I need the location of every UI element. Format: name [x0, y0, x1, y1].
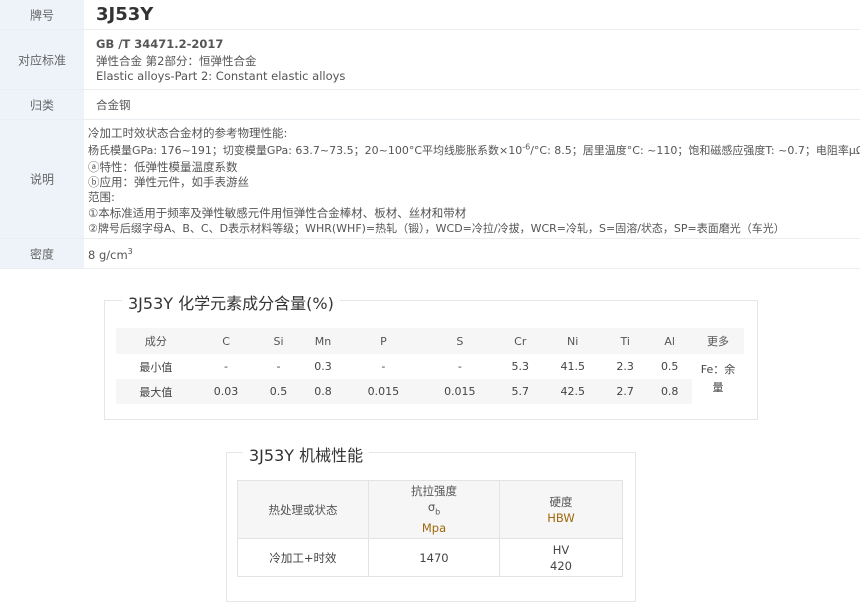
- chem-cell: 42.5: [542, 379, 603, 404]
- mech-hardness-number: 420: [550, 558, 572, 573]
- mech-title: 3J53Y 机械性能: [243, 442, 370, 466]
- chem-cell: 5.7: [498, 379, 543, 404]
- chem-cell: 0.3: [314, 360, 332, 373]
- chem-cell: 0.5: [256, 379, 301, 404]
- mech-data-row: 冷加工+时效 1470 HV 420: [237, 538, 623, 577]
- standard-label: 对应标准: [17, 53, 66, 67]
- chem-cell: 最大值: [116, 379, 196, 404]
- chem-cell: 0.5: [660, 360, 679, 373]
- mech-header-row: 热处理或状态 抗拉强度 σb Mpa 硬度 HBW: [237, 480, 623, 539]
- density-row: 密度 8 g/cm3: [0, 239, 860, 269]
- chem-header-cell: P: [345, 328, 422, 354]
- notes-line-6: ①本标准适用于频率及弹性敏感元件用恒弹性合金棒材、板材、丝材和带材: [88, 206, 467, 220]
- notes-line-1: 冷加工时效状态合金材的参考物理性能:: [88, 126, 288, 140]
- chem-max-row: 最大值 0.03 0.5 0.8 0.015 0.015 5.7 42.5 2.…: [116, 379, 744, 404]
- notes-label: 说明: [29, 172, 54, 187]
- notes-row: 说明 冷加工时效状态合金材的参考物理性能: 杨氏模量GPa: 176~191；切…: [0, 120, 860, 239]
- standard-en-title: Elastic alloys-Part 2: Constant elastic …: [96, 69, 346, 83]
- mech-state-value: 冷加工+时效: [237, 538, 369, 577]
- chem-cell: 2.3: [616, 360, 634, 373]
- category-value: 合金钢: [96, 98, 131, 112]
- notes-line-2a: 杨氏模量GPa: 176~191；切变模量GPa: 63.7~73.5；20~1…: [88, 144, 523, 157]
- mech-header-tensile: 抗拉强度 σb Mpa: [368, 480, 500, 539]
- density-label-cell: 密度: [0, 239, 84, 268]
- notes-line-5: 范围:: [88, 190, 115, 204]
- chem-header-cell: Ti: [602, 328, 648, 354]
- mech-tensile-label: 抗拉强度: [411, 483, 457, 498]
- mech-tensile-symbol: σb: [370, 499, 498, 520]
- chem-title: 3J53Y 化学元素成分含量(%): [122, 290, 340, 314]
- chem-header-cell: Si: [256, 328, 301, 354]
- mech-hardness-value: HV 420: [499, 538, 623, 577]
- notes-label-cell: 说明: [0, 120, 84, 238]
- chem-cell: -: [224, 360, 229, 373]
- grade-label-cell: 牌号: [0, 0, 84, 29]
- category-row: 归类 合金钢: [0, 90, 860, 120]
- chem-header-row: 成分 C Si Mn P S Cr Ni Ti Al 更多: [116, 328, 744, 354]
- notes-line-4: ⓑ应用：弹性元件，如手表游丝: [88, 175, 249, 189]
- chem-cell: 2.7: [602, 379, 648, 404]
- chem-cell: 5.3: [511, 360, 530, 373]
- notes-line-7: ②牌号后缀字母A、B、C、D表示材料等级；WHR(WHF)=热轧（锻），WCD=…: [88, 222, 785, 235]
- chem-more-cell: Fe：余量: [700, 363, 736, 394]
- density-number: 8 g/cm: [88, 247, 128, 262]
- chem-header-cell: Cr: [498, 328, 543, 354]
- density-value: 8 g/cm3: [88, 247, 133, 262]
- mech-hardness-unit: HBW: [547, 510, 575, 525]
- category-label: 归类: [29, 98, 54, 112]
- notes-line-2: 杨氏模量GPa: 176~191；切变模量GPa: 63.7~73.5；20~1…: [88, 142, 860, 158]
- mech-sigma-sub: b: [435, 507, 441, 517]
- chem-cell: 0.015: [345, 379, 422, 404]
- chem-table: 成分 C Si Mn P S Cr Ni Ti Al 更多 最小值 - - 0.…: [116, 328, 744, 404]
- mech-header-state: 热处理或状态: [237, 480, 369, 539]
- mech-tensile-value: 1470: [368, 538, 500, 577]
- density-label: 密度: [29, 247, 54, 261]
- notes-line-3: ⓐ特性：低弹性模量温度系数: [88, 160, 238, 174]
- grade-value: 3J53Y: [96, 4, 154, 25]
- chem-cell: 0.8: [300, 379, 346, 404]
- mech-hardness-scale: HV: [552, 542, 570, 557]
- mech-header-hardness: 硬度 HBW: [499, 480, 623, 539]
- category-label-cell: 归类: [0, 90, 84, 119]
- chem-header-cell: 成分: [116, 328, 196, 354]
- chem-header-cell: S: [421, 328, 499, 354]
- grade-label: 牌号: [29, 8, 54, 22]
- chem-cell: 0.015: [421, 379, 499, 404]
- mech-table: 热处理或状态 抗拉强度 σb Mpa 硬度 HBW 冷加工+时效 1470 HV…: [237, 480, 623, 577]
- chem-cell: -: [457, 360, 462, 373]
- chem-cell: -: [381, 360, 386, 373]
- chem-header-cell: Mn: [300, 328, 346, 354]
- mech-tensile-unit: Mpa: [421, 521, 447, 536]
- chem-cell: 41.5: [560, 360, 585, 373]
- chem-cell: 0.03: [195, 379, 257, 404]
- mech-hardness-label: 硬度: [549, 494, 573, 509]
- mech-sigma: σ: [427, 499, 436, 514]
- chem-header-cell: Ni: [542, 328, 603, 354]
- standard-link[interactable]: GB /T 34471.2-2017: [96, 37, 223, 51]
- chem-header-cell: Al: [647, 328, 692, 354]
- standard-row: 对应标准 GB /T 34471.2-2017 弹性合金 第2部分：恒弹性合金 …: [0, 30, 860, 90]
- chem-cell: 最小值: [139, 360, 173, 374]
- notes-line-2b: /°C: 8.5；居里温度°C: ~110；饱和磁感应强度T: ~0.7；电阻率…: [530, 144, 860, 157]
- density-sup: 3: [127, 247, 133, 256]
- chem-cell: 0.8: [647, 379, 692, 404]
- chem-header-more: 更多: [692, 328, 744, 354]
- standard-cn-title: 弹性合金 第2部分：恒弹性合金: [96, 54, 257, 68]
- grade-row: 牌号 3J53Y: [0, 0, 860, 30]
- standard-label-cell: 对应标准: [0, 30, 84, 89]
- chem-min-row: 最小值 - - 0.3 - - 5.3 41.5 2.3 0.5 Fe：余量: [116, 354, 744, 394]
- chem-header-cell: C: [195, 328, 257, 354]
- chem-cell: -: [276, 360, 281, 373]
